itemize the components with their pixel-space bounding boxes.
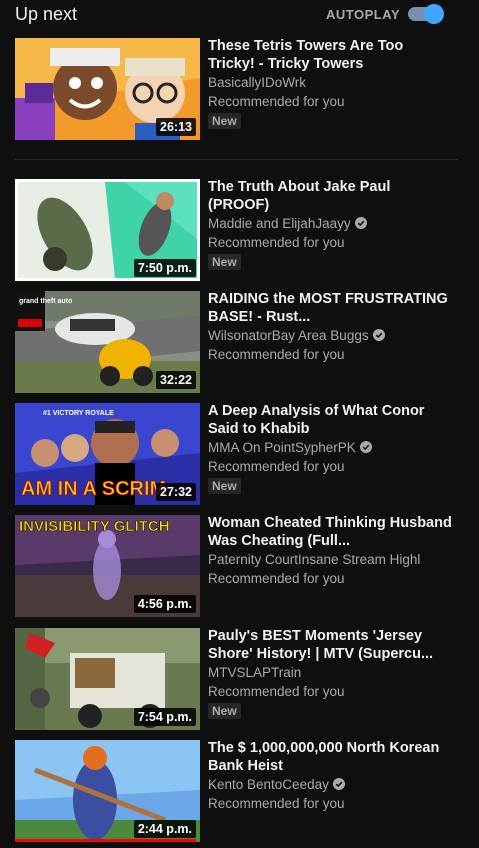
up-next-header: Up next AUTOPLAY — [0, 0, 479, 30]
video-meta: The Truth About Jake Paul (PROOF) Maddie… — [208, 179, 453, 271]
video-title[interactable]: The $ 1,000,000,000 North Korean Bank He… — [208, 740, 453, 775]
video-duration: 26:13 — [156, 118, 196, 136]
gta-logo-text: grand theft auto — [19, 298, 72, 305]
autoplay-toggle[interactable] — [406, 4, 448, 24]
video-item[interactable]: INVISIBILITY GLITCH 4:56 p.m. Woman Chea… — [15, 515, 465, 617]
new-badge: New — [208, 703, 241, 719]
recommended-label: Recommended for you — [208, 796, 345, 811]
video-item[interactable]: grand theft auto 32:22 RAIDING the MOST … — [15, 291, 465, 393]
new-badge: New — [208, 478, 241, 494]
video-meta: The $ 1,000,000,000 North Korean Bank He… — [208, 740, 453, 813]
channel-name: MTVSLAPTrain — [208, 663, 453, 682]
video-thumbnail[interactable]: 2:44 p.m. — [15, 740, 200, 842]
channel-name: Paternity CourtInsane Stream Highl — [208, 550, 453, 569]
channel-name-text: Paternity CourtInsane Stream Highl — [208, 552, 421, 567]
video-duration: 7:54 p.m. — [133, 708, 196, 726]
video-duration: 27:32 — [156, 483, 196, 501]
video-item[interactable]: 2:44 p.m. The $ 1,000,000,000 North Kore… — [15, 740, 465, 842]
recommended-label: Recommended for you — [208, 235, 345, 250]
channel-name: Kento BentoCeeday — [208, 775, 453, 794]
autoplay-label: AUTOPLAY — [326, 7, 401, 22]
video-title[interactable]: The Truth About Jake Paul (PROOF) — [208, 179, 453, 214]
channel-name-text: MTVSLAPTrain — [208, 665, 302, 680]
channel-name: MMA On PointSypherPK — [208, 438, 453, 457]
verified-check-icon — [372, 329, 385, 341]
video-thumbnail[interactable]: grand theft auto 32:22 — [15, 291, 200, 393]
video-title[interactable]: Pauly's BEST Moments 'Jersey Shore' Hist… — [208, 628, 453, 663]
video-thumbnail[interactable]: #1 VICTORY ROYALE AM IN A SCRIM 27:32 — [15, 403, 200, 505]
recommended-label: Recommended for you — [208, 571, 345, 586]
video-thumbnail[interactable]: 7:54 p.m. — [15, 628, 200, 730]
channel-name: BasicallyIDoWrk — [208, 73, 453, 92]
video-title[interactable]: RAIDING the MOST FRUSTRATING BASE! - Rus… — [208, 291, 453, 326]
verified-check-icon — [359, 441, 372, 453]
video-item[interactable]: #1 VICTORY ROYALE AM IN A SCRIM 27:32 A … — [15, 403, 465, 505]
video-item[interactable]: 7:54 p.m. Pauly's BEST Moments 'Jersey S… — [15, 628, 465, 730]
recommended-label: Recommended for you — [208, 94, 345, 109]
video-title[interactable]: Woman Cheated Thinking Husband Was Cheat… — [208, 515, 453, 550]
video-meta: RAIDING the MOST FRUSTRATING BASE! - Rus… — [208, 291, 453, 364]
video-thumbnail[interactable]: 7:50 p.m. — [15, 179, 200, 281]
scrim-caption-text: AM IN A SCRIM — [21, 478, 166, 500]
video-title[interactable]: These Tetris Towers Are Too Tricky! - Tr… — [208, 38, 453, 73]
autoplay-toggle-knob — [424, 4, 444, 24]
video-meta: Woman Cheated Thinking Husband Was Cheat… — [208, 515, 453, 588]
video-meta: Pauly's BEST Moments 'Jersey Shore' Hist… — [208, 628, 453, 720]
video-thumbnail[interactable]: 26:13 — [15, 38, 200, 140]
video-meta: A Deep Analysis of What Conor Said to Kh… — [208, 403, 453, 495]
recommended-label: Recommended for you — [208, 459, 345, 474]
video-item[interactable]: 26:13 These Tetris Towers Are Too Tricky… — [15, 38, 465, 140]
victory-royale-text: #1 VICTORY ROYALE — [43, 410, 114, 417]
recommended-label: Recommended for you — [208, 684, 345, 699]
channel-name-text: BasicallyIDoWrk — [208, 75, 307, 90]
watch-progress-bar — [15, 839, 197, 842]
channel-name: WilsonatorBay Area Buggs — [208, 326, 453, 345]
video-meta: These Tetris Towers Are Too Tricky! - Tr… — [208, 38, 453, 130]
recommended-label: Recommended for you — [208, 347, 345, 362]
channel-name: Maddie and ElijahJaayy — [208, 214, 453, 233]
channel-name-text: MMA On PointSypherPK — [208, 440, 356, 455]
video-duration: 4:56 p.m. — [133, 595, 196, 613]
video-duration: 32:22 — [156, 371, 196, 389]
video-duration: 7:50 p.m. — [133, 259, 196, 277]
video-item[interactable]: 7:50 p.m. The Truth About Jake Paul (PRO… — [15, 179, 465, 281]
video-thumbnail[interactable]: INVISIBILITY GLITCH 4:56 p.m. — [15, 515, 200, 617]
channel-name-text: WilsonatorBay Area Buggs — [208, 328, 369, 343]
new-badge: New — [208, 254, 241, 270]
video-duration: 2:44 p.m. — [133, 820, 196, 838]
channel-name-text: Kento BentoCeeday — [208, 777, 329, 792]
verified-check-icon — [332, 778, 345, 790]
channel-name-text: Maddie and ElijahJaayy — [208, 216, 351, 231]
new-badge: New — [208, 113, 241, 129]
verified-check-icon — [354, 217, 367, 229]
invisibility-caption-text: INVISIBILITY GLITCH — [19, 518, 170, 535]
video-title[interactable]: A Deep Analysis of What Conor Said to Kh… — [208, 403, 453, 438]
up-next-title: Up next — [15, 4, 78, 24]
section-divider — [15, 159, 458, 160]
